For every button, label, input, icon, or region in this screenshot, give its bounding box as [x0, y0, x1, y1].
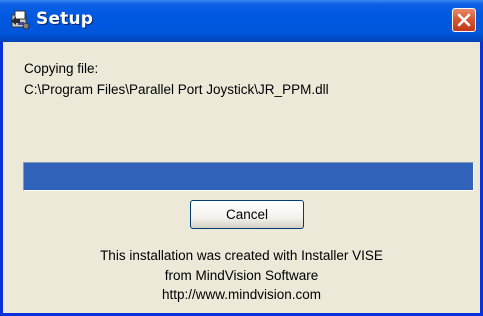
- setup-installer-icon: [9, 9, 31, 31]
- current-file-path: C:\Program Files\Parallel Port Joystick\…: [24, 82, 329, 97]
- vendor-line: from MindVision Software: [164, 268, 319, 283]
- vendor-url: http://www.mindvision.com: [161, 287, 322, 302]
- progress-bar-fill: [24, 163, 473, 190]
- setup-dialog: Setup Copying file: C:\Program Files\Par…: [0, 0, 483, 316]
- window-title: Setup: [36, 9, 94, 29]
- progress-bar: [23, 162, 474, 191]
- close-icon: [457, 13, 471, 27]
- copying-file-label: Copying file:: [24, 61, 99, 76]
- installer-credit-line: This installation was created with Insta…: [100, 248, 383, 263]
- title-bar[interactable]: Setup: [0, 0, 483, 42]
- cancel-button[interactable]: Cancel: [190, 200, 304, 229]
- close-button[interactable]: [452, 8, 476, 32]
